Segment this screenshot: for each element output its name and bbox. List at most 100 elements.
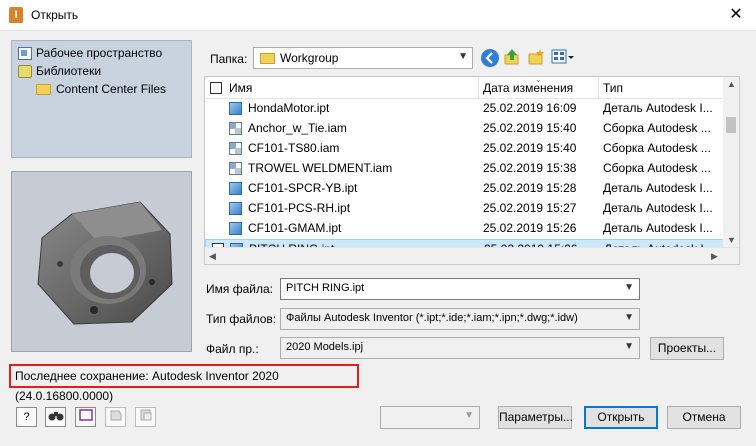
inventor-app-icon: I [9, 7, 23, 23]
assembly-file-icon [229, 142, 242, 156]
tree-item-content-center[interactable]: Content Center Files [36, 80, 166, 98]
list-header: Имя Дата изменения ⌄ Тип [205, 77, 725, 99]
tree-item-label: Рабочее пространство [36, 46, 163, 60]
filetype-label: Тип файлов: [206, 312, 277, 326]
table-row[interactable]: Anchor_w_Tie.iam 25.02.2019 15:40 Сборка A… [205, 119, 725, 138]
horizontal-scrollbar[interactable]: ◀ ▶ [205, 247, 739, 264]
filetype-select[interactable]: Файлы Autodesk Inventor (*.ipt;*.ide;*.i… [280, 308, 640, 330]
folder-label: Папка: [210, 52, 248, 66]
library-icon [18, 65, 32, 79]
options-button[interactable]: Параметры... [498, 406, 573, 429]
chevron-down-icon: ▼ [458, 51, 468, 62]
location-tree: Рабочее пространство Библиотеки Content … [11, 40, 192, 158]
file-name-cell: CF101-SPCR-YB.ipt [229, 179, 477, 198]
window-title: Открыть [31, 8, 79, 22]
table-row[interactable]: HondaMotor.ipt 25.02.2019 16:09 Деталь Aut… [205, 99, 725, 118]
title-bar: I Открыть ✕ [0, 0, 756, 31]
back-icon[interactable] [481, 49, 499, 67]
file-type-cell: Сборка Autodesk ... [603, 121, 711, 135]
column-header-date[interactable]: Дата изменения ⌄ [479, 77, 599, 99]
file-name: CF101-PCS-RH.ipt [248, 201, 351, 215]
open-mode-select: ▼ [380, 406, 480, 429]
column-header-label: Дата изменения [483, 81, 574, 95]
file-date-cell: 25.02.2019 15:40 [483, 141, 577, 155]
file-name-cell: TROWEL WELDMENT.iam [229, 159, 477, 178]
file-name: CF101-SPCR-YB.ipt [248, 181, 358, 195]
file-preview [11, 171, 192, 352]
column-header-name[interactable]: Имя [205, 77, 479, 99]
file-type-cell: Сборка Autodesk ... [603, 141, 711, 155]
tree-item-workspace[interactable]: Рабочее пространство [18, 44, 162, 62]
folder-icon [36, 84, 51, 96]
assembly-file-icon [229, 122, 242, 136]
file-date-cell: 25.02.2019 15:26 [483, 221, 577, 235]
table-row[interactable]: TROWEL WELDMENT.iam 25.02.2019 15:38 Сборк… [205, 159, 725, 178]
file-name-cell: Anchor_w_Tie.iam [229, 119, 477, 138]
column-header-label: Тип [603, 81, 624, 95]
table-row[interactable]: CF101-SPCR-YB.ipt 25.02.2019 15:28 Деталь … [205, 179, 725, 198]
filename-label: Имя файла: [206, 282, 273, 296]
file-date-cell: 25.02.2019 15:27 [483, 201, 577, 215]
new-folder-icon[interactable] [527, 48, 545, 66]
project-label: Файл пр.: [206, 342, 259, 356]
table-row[interactable]: CF101-TS80.iam 25.02.2019 15:40 Сборка Aut… [205, 139, 725, 158]
file-type-cell: Деталь Autodesk I... [603, 181, 713, 195]
select-all-checkbox[interactable] [210, 82, 222, 94]
table-row[interactable]: CF101-GMAM.ipt 25.02.2019 15:26 Деталь Aut… [205, 219, 725, 238]
up-folder-icon[interactable] [503, 48, 521, 66]
find-binoculars-icon[interactable] [45, 407, 66, 427]
view-menu-icon[interactable] [551, 48, 575, 66]
part-file-icon [229, 182, 242, 196]
reference-icon [135, 407, 156, 427]
new-document-icon[interactable] [75, 407, 96, 427]
file-name: CF101-GMAM.ipt [248, 221, 342, 235]
last-saved-status: Последнее сохранение: Autodesk Inventor … [9, 364, 359, 403]
pitch-ring-preview-image [37, 201, 173, 325]
assembly-file-icon [229, 162, 242, 176]
cancel-button[interactable]: Отмена [667, 406, 741, 429]
project-select[interactable]: 2020 Models.ipj ▼ [280, 337, 640, 359]
file-type-cell: Деталь Autodesk I... [603, 101, 713, 115]
chevron-down-icon: ▼ [624, 312, 634, 323]
scroll-left-icon[interactable]: ◀ [209, 251, 216, 262]
file-type-cell: Деталь Autodesk I... [603, 201, 713, 215]
chevron-down-icon[interactable]: ▼ [624, 282, 634, 293]
file-list[interactable]: Имя Дата изменения ⌄ Тип HondaMotor.ipt 2… [204, 76, 740, 265]
file-name: CF101-TS80.iam [248, 141, 340, 155]
file-name-cell: CF101-PCS-RH.ipt [229, 199, 477, 218]
file-name-cell: CF101-TS80.iam [229, 139, 477, 158]
tree-item-label: Библиотеки [36, 64, 102, 78]
project-value: 2020 Models.ipj [286, 341, 364, 353]
file-type-cell: Деталь Autodesk I... [603, 221, 713, 235]
projects-button[interactable]: Проекты... [650, 337, 724, 360]
scroll-right-icon[interactable]: ▶ [711, 251, 718, 262]
file-name-cell: HondaMotor.ipt [229, 99, 477, 118]
table-row[interactable]: CF101-PCS-RH.ipt 25.02.2019 15:27 Деталь A… [205, 199, 725, 218]
scroll-down-icon[interactable]: ▼ [727, 235, 736, 245]
filename-input[interactable]: PITCH RING.ipt ▼ [280, 278, 640, 300]
open-button[interactable]: Открыть [584, 406, 658, 429]
vertical-scrollbar[interactable]: ▲ ▼ [723, 77, 739, 249]
scroll-thumb[interactable] [726, 117, 736, 133]
help-icon[interactable]: ? [16, 407, 37, 427]
file-name: HondaMotor.ipt [248, 101, 330, 115]
part-file-icon [229, 202, 242, 216]
filename-value: PITCH RING.ipt [286, 282, 365, 294]
file-name: TROWEL WELDMENT.iam [248, 161, 393, 175]
column-header-type[interactable]: Тип [599, 77, 725, 99]
scroll-up-icon[interactable]: ▲ [727, 79, 736, 89]
file-name-cell: CF101-GMAM.ipt [229, 219, 477, 238]
chevron-down-icon: ▼ [464, 410, 474, 421]
file-date-cell: 25.02.2019 15:40 [483, 121, 577, 135]
folder-value: Workgroup [280, 51, 339, 65]
part-file-icon [229, 102, 242, 116]
chevron-down-icon: ▼ [624, 341, 634, 352]
tree-item-libraries[interactable]: Библиотеки [18, 62, 101, 80]
file-date-cell: 25.02.2019 15:28 [483, 181, 577, 195]
file-type-cell: Сборка Autodesk ... [603, 161, 711, 175]
part-file-icon [229, 222, 242, 236]
column-header-label: Имя [229, 81, 253, 95]
close-button[interactable]: ✕ [718, 3, 754, 27]
file-date-cell: 25.02.2019 16:09 [483, 101, 577, 115]
folder-combo[interactable]: Workgroup ▼ [253, 47, 473, 69]
